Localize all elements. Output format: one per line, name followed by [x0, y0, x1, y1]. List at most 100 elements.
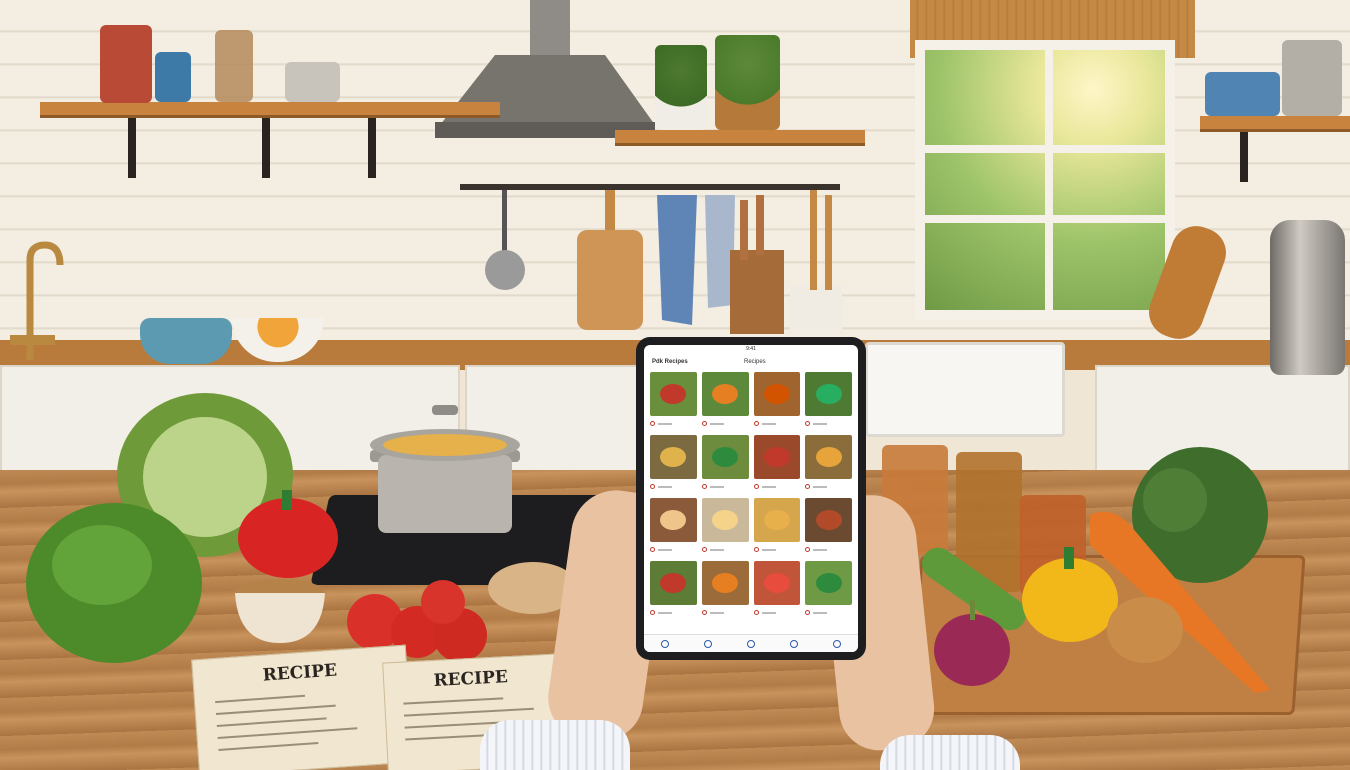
recipe-thumbnail[interactable]	[650, 498, 697, 542]
stock-pot-icon	[370, 405, 520, 533]
recipe-thumbnail[interactable]	[701, 561, 749, 605]
recipe-meta	[805, 416, 852, 431]
recipe-caption-line	[658, 548, 672, 551]
favorite-icon[interactable]	[650, 610, 655, 615]
recipe-thumbnail[interactable]	[701, 435, 749, 479]
recipe-card[interactable]	[650, 561, 697, 620]
recipe-meta	[805, 542, 852, 557]
recipe-thumbnail[interactable]	[753, 372, 801, 416]
recipe-caption-line	[709, 485, 724, 488]
app-title: Recipes	[744, 359, 766, 365]
recipe-card[interactable]	[650, 498, 697, 557]
dish-image	[712, 510, 739, 530]
cart-icon[interactable]	[789, 639, 798, 648]
kitchen-window	[915, 40, 1175, 320]
recipe-meta	[805, 605, 852, 620]
recipe-thumbnail[interactable]	[753, 561, 801, 605]
recipe-thumbnail[interactable]	[805, 372, 852, 416]
left-sleeve	[480, 720, 630, 770]
recipe-card[interactable]	[701, 561, 749, 620]
red-pepper-icon	[238, 490, 338, 578]
dish-image	[815, 510, 842, 530]
favorite-icon[interactable]	[805, 547, 811, 552]
recipe-card-title: RECIPE	[433, 667, 509, 691]
favorite-icon[interactable]	[650, 421, 655, 426]
tea-towel-icon	[657, 195, 697, 325]
recipe-thumbnail[interactable]	[650, 435, 697, 479]
favorite-icon[interactable]	[753, 547, 759, 552]
recipe-meta	[701, 479, 749, 494]
recipe-thumbnail[interactable]	[701, 372, 749, 416]
recipe-icon[interactable]	[746, 639, 755, 648]
recipe-caption-line	[813, 485, 828, 488]
recipe-card[interactable]	[805, 372, 852, 431]
recipe-card[interactable]	[650, 372, 697, 431]
right-shelf	[1200, 116, 1350, 132]
recipe-card[interactable]	[753, 372, 801, 431]
home-icon[interactable]	[661, 639, 670, 648]
wooden-spoons-icon	[790, 190, 842, 335]
profile-icon[interactable]	[832, 639, 841, 648]
favorite-icon[interactable]	[701, 547, 707, 552]
recipe-thumbnail[interactable]	[805, 435, 852, 479]
recipe-meta	[753, 542, 801, 557]
red-canister	[100, 25, 152, 103]
favorite-icon[interactable]	[805, 484, 811, 489]
favorite-icon[interactable]	[650, 484, 655, 489]
recipe-meta	[805, 479, 852, 494]
dish-image	[712, 447, 739, 467]
recipe-thumbnail[interactable]	[805, 498, 852, 542]
recipe-meta	[650, 416, 697, 431]
recipe-meta	[701, 542, 749, 557]
recipe-caption-line	[813, 548, 828, 551]
recipe-caption-line	[658, 422, 672, 425]
favorite-icon[interactable]	[805, 421, 811, 426]
favorite-icon[interactable]	[701, 484, 707, 489]
glass-jar	[215, 30, 253, 102]
recipe-card[interactable]	[805, 435, 852, 494]
recipe-card[interactable]	[753, 561, 801, 620]
recipe-card[interactable]	[805, 498, 852, 557]
blue-canister	[155, 52, 191, 102]
app-header: Pdk Recipes Recipes	[644, 354, 858, 370]
recipe-card[interactable]	[701, 498, 749, 557]
faucet-icon	[10, 241, 64, 360]
steel-canister	[1282, 40, 1342, 116]
range-hood	[435, 0, 655, 138]
recipe-card[interactable]	[701, 372, 749, 431]
search-icon[interactable]	[704, 639, 713, 648]
recipe-thumbnail[interactable]	[805, 561, 852, 605]
dish-image	[660, 447, 687, 467]
recipe-thumbnail[interactable]	[650, 561, 697, 605]
favorite-icon[interactable]	[753, 610, 759, 615]
favorite-icon[interactable]	[753, 484, 759, 489]
recipe-caption-line	[761, 422, 776, 425]
dish-image	[815, 573, 842, 593]
recipe-meta	[753, 605, 801, 620]
dish-image	[660, 573, 687, 593]
dish-image	[763, 573, 790, 593]
recipe-thumbnail[interactable]	[753, 498, 801, 542]
recipe-meta	[753, 416, 801, 431]
favorite-icon[interactable]	[753, 421, 759, 426]
recipe-card[interactable]	[753, 435, 801, 494]
blue-dutch-oven	[140, 318, 232, 364]
blue-bowl	[1205, 72, 1280, 116]
recipe-card[interactable]	[701, 435, 749, 494]
recipe-thumbnail[interactable]	[753, 435, 801, 479]
favorite-icon[interactable]	[701, 421, 707, 426]
recipe-card[interactable]	[753, 498, 801, 557]
plant-pot	[655, 45, 707, 130]
recipe-thumbnail[interactable]	[650, 372, 697, 416]
recipe-thumbnail[interactable]	[701, 498, 749, 542]
recipe-card[interactable]	[650, 435, 697, 494]
favorite-icon[interactable]	[701, 610, 707, 615]
favorite-icon[interactable]	[805, 610, 811, 615]
dish-image	[763, 447, 790, 467]
farmhouse-sink	[865, 342, 1065, 437]
recipe-caption-line	[761, 485, 776, 488]
recipe-card[interactable]	[805, 561, 852, 620]
favorite-icon[interactable]	[650, 547, 655, 552]
recipe-caption-line	[709, 422, 724, 425]
center-shelf	[615, 130, 865, 146]
